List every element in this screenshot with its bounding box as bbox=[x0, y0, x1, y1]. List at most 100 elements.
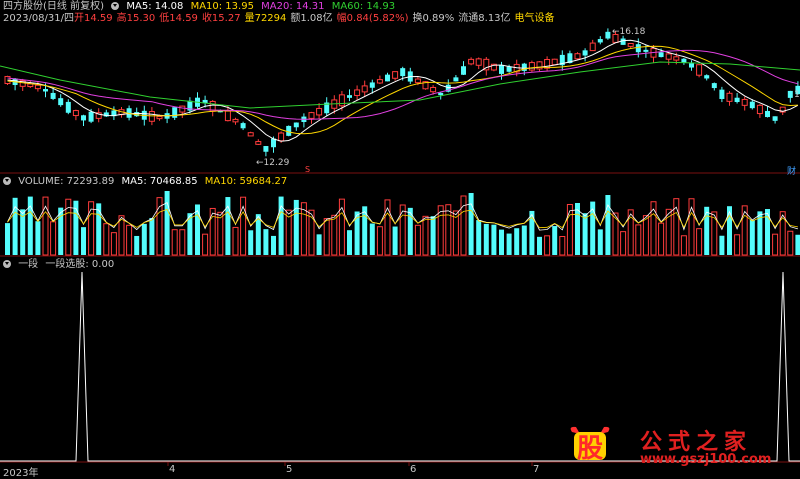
volume-bar-down bbox=[164, 191, 170, 255]
candle-up bbox=[430, 86, 437, 93]
volume-bar-down bbox=[704, 206, 710, 255]
candle-up bbox=[475, 58, 482, 66]
volume-bar-down bbox=[149, 217, 155, 255]
candle-up bbox=[673, 56, 680, 61]
x-axis-label: 2023年 bbox=[3, 468, 39, 479]
candle-down bbox=[635, 44, 641, 53]
indicator-name[interactable]: 一段 bbox=[18, 259, 38, 270]
volume-bar-down bbox=[727, 206, 732, 255]
volume-bar-up bbox=[232, 226, 239, 256]
candle-down bbox=[787, 90, 793, 98]
volume-bar-down bbox=[27, 196, 33, 255]
volume-bar-up bbox=[658, 222, 665, 256]
volume-bar-up bbox=[635, 224, 642, 256]
volume-bar-up bbox=[696, 228, 703, 256]
dropdown-icon[interactable] bbox=[3, 260, 11, 268]
candle-down bbox=[506, 66, 512, 72]
event-mark-cai[interactable]: 财 bbox=[787, 164, 796, 177]
candle-down bbox=[605, 31, 611, 39]
volume-bar-down bbox=[81, 227, 86, 255]
candle-down bbox=[293, 122, 299, 128]
volume-bar-up bbox=[217, 211, 224, 256]
x-axis-label: 7 bbox=[533, 464, 540, 475]
candle-up bbox=[551, 58, 558, 66]
ma-line bbox=[7, 39, 799, 142]
volume-bar-up bbox=[787, 230, 794, 256]
volume-bar-down bbox=[316, 234, 322, 255]
candle-up bbox=[392, 71, 399, 79]
candle-down bbox=[704, 75, 710, 79]
volume-bar-down bbox=[552, 226, 558, 255]
volume-bar-down bbox=[582, 213, 588, 255]
candle-down bbox=[620, 38, 626, 45]
candle-down bbox=[749, 101, 755, 109]
candle-down bbox=[772, 116, 778, 121]
volume-bar-up bbox=[680, 235, 687, 256]
volume-bar-down bbox=[5, 223, 10, 255]
volume-bar-up bbox=[103, 223, 110, 256]
volume-bar-up bbox=[126, 224, 133, 256]
volume-bar-down bbox=[141, 223, 147, 255]
volume-bar-down bbox=[795, 234, 800, 255]
candle-up bbox=[278, 132, 285, 142]
candle-down bbox=[453, 77, 459, 82]
volume-ma5: MA5: 70468.85 bbox=[121, 176, 198, 187]
volume-ma10: MA10: 59684.27 bbox=[204, 176, 288, 187]
candle-down bbox=[719, 89, 725, 99]
candle-down bbox=[50, 92, 56, 99]
volume-bar-down bbox=[605, 195, 611, 255]
candle-up bbox=[156, 115, 163, 120]
candle-up bbox=[255, 141, 262, 145]
volume-bar-down bbox=[514, 228, 520, 255]
volume-bar-up bbox=[642, 215, 649, 256]
volume-bar-down bbox=[248, 230, 254, 255]
volume-bar-up bbox=[772, 233, 779, 256]
candle-down bbox=[286, 125, 292, 136]
volume-bar-down bbox=[20, 209, 26, 255]
volume-bar-up bbox=[559, 236, 566, 256]
volume-bar-down bbox=[491, 224, 497, 255]
volume-bar-up bbox=[331, 214, 338, 256]
volume-bar-up bbox=[202, 233, 209, 256]
volume-bar-down bbox=[134, 235, 140, 255]
volume-bar-down bbox=[35, 221, 41, 255]
candle-down bbox=[658, 52, 664, 58]
indicator-header: 一段 一段选股: 0.00 bbox=[3, 259, 118, 271]
volume-bar-up bbox=[171, 229, 178, 256]
candle-up bbox=[696, 64, 703, 76]
candle-down bbox=[597, 39, 603, 43]
candle-down bbox=[582, 50, 588, 56]
candle-up bbox=[308, 112, 315, 119]
candle-down bbox=[765, 110, 770, 118]
kline-chart[interactable] bbox=[0, 0, 800, 476]
candle-down bbox=[263, 146, 269, 152]
volume-bar-down bbox=[749, 220, 755, 255]
ma60-line bbox=[0, 61, 800, 109]
volume-bar-up bbox=[179, 229, 186, 256]
volume-bar-down bbox=[597, 229, 603, 255]
volume-title: VOLUME: 72293.89 bbox=[18, 176, 115, 187]
candle-down bbox=[369, 82, 375, 88]
volume-bar-up bbox=[612, 212, 619, 256]
candle-up bbox=[741, 98, 748, 106]
volume-bar-down bbox=[392, 226, 398, 255]
candle-down bbox=[58, 98, 64, 106]
volume-bar-down bbox=[369, 223, 375, 255]
volume-header: VOLUME: 72293.89 MA5: 70468.85 MA10: 596… bbox=[3, 176, 291, 188]
volume-bar-up bbox=[399, 204, 406, 256]
volume-bar-down bbox=[499, 229, 504, 255]
candle-up bbox=[627, 42, 634, 47]
candle-up bbox=[376, 79, 383, 84]
candle-up bbox=[468, 58, 475, 65]
right-price-tag: 14 bbox=[794, 90, 800, 100]
candle-up bbox=[361, 85, 368, 93]
volume-bar-up bbox=[110, 232, 117, 256]
candle-down bbox=[81, 115, 86, 121]
volume-bar-up bbox=[50, 221, 57, 256]
volume-bar-down bbox=[468, 193, 474, 255]
indicator-value: 一段选股: 0.00 bbox=[45, 259, 115, 270]
dropdown-icon[interactable] bbox=[3, 177, 11, 185]
candle-up bbox=[528, 62, 535, 71]
high-price-label: ←16.18 bbox=[612, 27, 646, 37]
event-mark-s: S bbox=[305, 165, 311, 174]
